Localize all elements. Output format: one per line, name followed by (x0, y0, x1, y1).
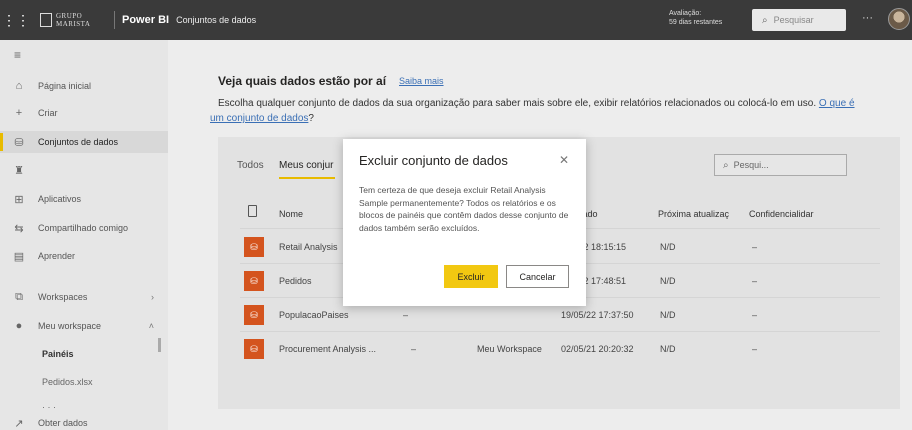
learn-more-link[interactable]: Saiba mais (399, 76, 444, 86)
breadcrumb: Conjuntos de dados (176, 15, 257, 25)
dataset-icon: ⛁ (244, 237, 264, 257)
org-logo[interactable]: GRUPO MARISTA (32, 0, 114, 40)
user-avatar-icon: ● (15, 320, 23, 332)
column-header-sensitivity[interactable]: Confidencialidar (749, 209, 814, 219)
trial-label: Avaliação: (669, 10, 702, 17)
search-icon: ⌕ (762, 14, 768, 26)
cancel-button[interactable]: Cancelar (506, 265, 569, 288)
sidebar-item-create[interactable]: + Criar (0, 102, 168, 124)
dataset-updated: 19/05/22 17:37:50 (561, 310, 634, 320)
sidebar-item-learn[interactable]: ▤ Aprender (0, 245, 168, 267)
dataset-name[interactable]: Retail Analysis (279, 242, 338, 252)
page-description: Escolha qualquer conjunto de dados da su… (210, 98, 855, 124)
dataset-search-placeholder: Pesqui... (733, 160, 769, 170)
org-logo-mark (40, 13, 52, 27)
arrow-up-right-icon: ↗ (14, 417, 24, 430)
sidebar-subitem-pedidos[interactable]: Pedidos.xlsx (42, 377, 93, 387)
dataset-next-refresh: N/D (660, 344, 676, 354)
column-header-next-refresh[interactable]: Próxima atualizaç (658, 209, 729, 219)
dataset-name[interactable]: PopulacaoPaises (279, 310, 349, 320)
sidebar-item-workspaces[interactable]: ⧉ Workspaces › (0, 286, 168, 308)
dialog-title: Excluir conjunto de dados (359, 153, 508, 168)
divider (240, 331, 880, 332)
dataset-sensitivity: – (752, 276, 758, 286)
app-launcher-icon[interactable]: ⋮⋮ (0, 0, 32, 40)
sidebar-item-label: Compartilhado comigo (38, 223, 129, 233)
sidebar-subitem-dashboards[interactable]: Painéis (42, 349, 74, 359)
sidebar-item-label: Aplicativos (38, 194, 82, 204)
dataset-sensitivity: – (752, 242, 758, 252)
dataset-name[interactable]: Procurement Analysis ... (279, 344, 376, 354)
column-header-name[interactable]: Nome (279, 209, 303, 219)
delete-button[interactable]: Excluir (444, 265, 498, 288)
hamburger-icon[interactable]: ≡ (14, 48, 21, 62)
sidebar: ≡ ⌂ Página inicial + Criar ⛁ Conjuntos d… (0, 40, 168, 430)
dialog-message: Tem certeza de que deseja excluir Retail… (359, 185, 569, 233)
dataset-icon: ⛁ (244, 339, 264, 359)
share-icon: ⇆ (14, 222, 24, 235)
document-icon (248, 205, 257, 217)
sidebar-item-home[interactable]: ⌂ Página inicial (0, 75, 168, 97)
page-title: Veja quais dados estão por aí (218, 74, 387, 88)
dataset-workspace[interactable]: Meu Workspace (477, 344, 542, 354)
dataset-owner: – (403, 310, 409, 320)
more-options-icon[interactable]: ··· (862, 12, 873, 24)
global-search-placeholder: Pesquisar (773, 15, 814, 25)
sidebar-item-my-workspace[interactable]: ● Meu workspace ˄ (0, 315, 168, 337)
sidebar-item-label: Obter dados (38, 418, 88, 428)
home-icon: ⌂ (15, 80, 23, 92)
book-icon: ▤ (13, 250, 25, 263)
global-search-input[interactable]: ⌕ Pesquisar (752, 9, 846, 31)
top-bar: ⋮⋮ GRUPO MARISTA Power BI Conjuntos de d… (0, 0, 912, 40)
dataset-owner: – (411, 344, 417, 354)
apps-icon: ⊞ (14, 193, 24, 206)
trial-status[interactable]: Avaliação: 59 dias restantes (669, 9, 722, 27)
sidebar-item-label: Workspaces (38, 292, 88, 302)
active-tab-indicator (279, 177, 335, 179)
dataset-next-refresh: N/D (660, 310, 676, 320)
dataset-next-refresh: N/D (660, 276, 676, 286)
sidebar-item-label: Conjuntos de dados (38, 137, 119, 147)
dataset-icon: ⛁ (244, 305, 264, 325)
sidebar-item-label: Criar (38, 108, 58, 118)
page-description-text: Escolha qualquer conjunto de dados da su… (218, 98, 817, 109)
delete-dataset-dialog: Excluir conjunto de dados ✕ Tem certeza … (343, 139, 586, 306)
dataset-search-input[interactable]: ⌕ Pesqui... (714, 154, 847, 176)
close-icon[interactable]: ✕ (559, 153, 569, 167)
dataset-sensitivity: – (752, 344, 758, 354)
dataset-name[interactable]: Pedidos (279, 276, 312, 286)
plus-icon: + (15, 107, 23, 119)
sidebar-item-label: Página inicial (38, 81, 92, 91)
org-name-line2: MARISTA (56, 20, 91, 28)
sidebar-scrollbar[interactable] (158, 338, 161, 352)
dataset-updated: 02/05/21 20:20:32 (561, 344, 634, 354)
trial-days: 59 dias restantes (669, 19, 723, 26)
sidebar-item-goals[interactable]: ♜ (0, 159, 168, 181)
chevron-right-icon: › (151, 292, 154, 302)
workspaces-icon: ⧉ (15, 290, 23, 303)
sidebar-item-datasets[interactable]: ⛁ Conjuntos de dados (0, 131, 168, 153)
dataset-icon: ⛁ (244, 271, 264, 291)
sidebar-item-shared[interactable]: ⇆ Compartilhado comigo (0, 217, 168, 239)
sidebar-item-label: Aprender (38, 251, 76, 261)
tab-my-datasets[interactable]: Meus conjur (279, 160, 333, 171)
chevron-up-icon: ˄ (148, 321, 154, 331)
sidebar-item-label: Meu workspace (38, 321, 102, 331)
database-icon: ⛁ (14, 136, 24, 149)
trophy-icon: ♜ (14, 164, 24, 177)
table-row[interactable]: ⛁ Procurement Analysis ... – Meu Workspa… (218, 333, 900, 365)
app-name[interactable]: Power BI (114, 11, 176, 29)
tab-all[interactable]: Todos (237, 160, 264, 171)
search-icon: ⌕ (723, 159, 729, 171)
org-name-line1: GRUPO (56, 12, 83, 20)
sidebar-subitem-more[interactable]: · · · (42, 402, 56, 412)
sidebar-item-get-data[interactable]: ↗ Obter dados (0, 412, 168, 430)
user-avatar[interactable] (888, 8, 910, 30)
dataset-sensitivity: – (752, 310, 758, 320)
sidebar-item-apps[interactable]: ⊞ Aplicativos (0, 188, 168, 210)
dataset-next-refresh: N/D (660, 242, 676, 252)
